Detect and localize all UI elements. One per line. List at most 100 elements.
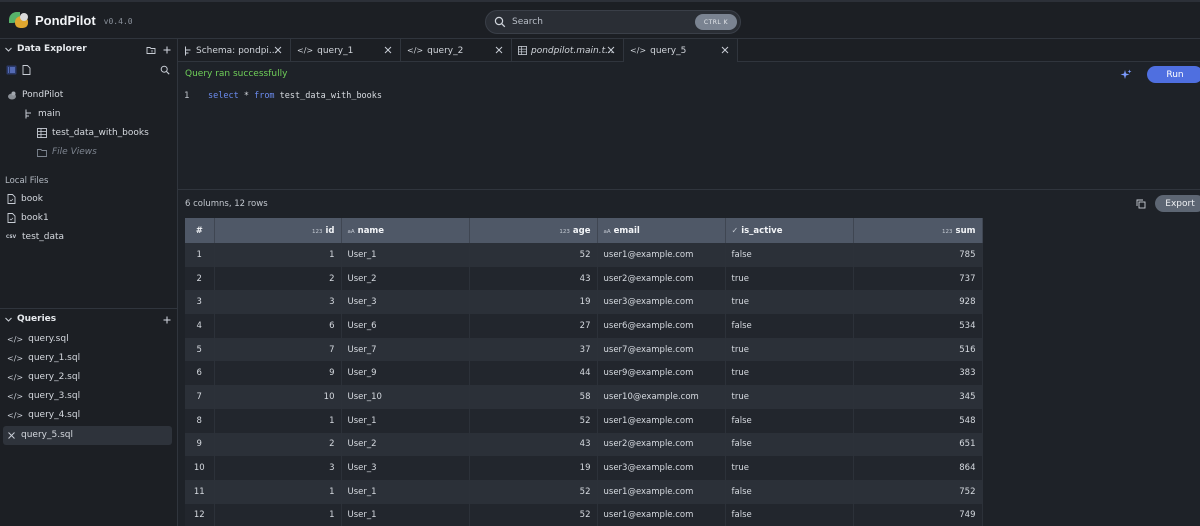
table-cell[interactable]: 52 xyxy=(469,408,598,433)
table-cell[interactable]: 7 xyxy=(185,385,215,409)
close-tab-icon[interactable] xyxy=(720,45,730,55)
table-cell[interactable]: 6 xyxy=(185,361,215,386)
table-cell[interactable]: 2 xyxy=(185,266,215,291)
data-explorer-header[interactable]: Data Explorer xyxy=(4,44,87,54)
table-cell[interactable]: 52 xyxy=(469,503,598,526)
table-cell[interactable]: User_1 xyxy=(341,243,470,267)
tab-query-2[interactable]: </> query_2 xyxy=(401,39,512,62)
table-cell[interactable]: 345 xyxy=(853,385,983,409)
table-row[interactable]: 10 3 User_3 19 user3@example.com true 864 xyxy=(185,456,983,480)
table-cell[interactable]: 37 xyxy=(469,337,598,362)
file-view-icon[interactable] xyxy=(22,65,31,75)
column-header[interactable]: 123 id xyxy=(214,218,342,243)
column-header[interactable]: ✓ is_active xyxy=(725,218,854,243)
table-cell[interactable]: 5 xyxy=(185,337,215,362)
close-tab-icon[interactable] xyxy=(606,45,616,55)
query-item-active[interactable]: query_5.sql xyxy=(7,430,73,440)
table-cell[interactable]: false xyxy=(725,432,854,457)
tab-schema[interactable]: Schema: pondpi... xyxy=(178,39,291,62)
table-cell[interactable]: 58 xyxy=(469,385,598,409)
code-line[interactable]: select * from test_data_with_books xyxy=(208,91,382,101)
table-cell[interactable]: 9 xyxy=(185,432,215,457)
query-item[interactable]: </> query.sql xyxy=(7,334,69,344)
table-cell[interactable]: 19 xyxy=(469,456,598,480)
table-cell[interactable]: 1 xyxy=(214,479,342,504)
table-cell[interactable]: true xyxy=(725,290,854,315)
column-header[interactable]: aA name xyxy=(341,218,470,243)
table-cell[interactable]: 43 xyxy=(469,432,598,457)
column-header[interactable]: aA email xyxy=(597,218,726,243)
table-cell[interactable]: User_10 xyxy=(341,385,470,409)
table-cell[interactable]: 2 xyxy=(214,266,342,291)
query-item[interactable]: </> query_4.sql xyxy=(7,410,80,420)
table-cell[interactable]: user10@example.com xyxy=(597,385,726,409)
query-item[interactable]: </> query_3.sql xyxy=(7,391,80,401)
column-header[interactable]: # xyxy=(185,218,215,243)
table-cell[interactable]: 749 xyxy=(853,503,983,526)
table-cell[interactable]: 1 xyxy=(214,503,342,526)
table-cell[interactable]: false xyxy=(725,243,854,267)
table-cell[interactable]: User_7 xyxy=(341,337,470,362)
sidebar-search-icon[interactable] xyxy=(160,65,170,75)
table-cell[interactable]: 3 xyxy=(214,456,342,480)
table-cell[interactable]: 864 xyxy=(853,456,983,480)
table-cell[interactable]: true xyxy=(725,266,854,291)
table-cell[interactable]: 1 xyxy=(185,243,215,267)
table-row[interactable]: 9 2 User_2 43 user2@example.com false 651 xyxy=(185,432,983,457)
table-cell[interactable]: true xyxy=(725,337,854,362)
table-cell[interactable]: user1@example.com xyxy=(597,243,726,267)
table-cell[interactable]: User_3 xyxy=(341,290,470,315)
queries-header[interactable]: Queries xyxy=(4,314,56,324)
table-cell[interactable]: false xyxy=(725,408,854,433)
table-cell[interactable]: 12 xyxy=(185,503,215,526)
table-row[interactable]: 2 2 User_2 43 user2@example.com true 737 xyxy=(185,266,983,291)
table-cell[interactable]: 785 xyxy=(853,243,983,267)
list-view-icon[interactable] xyxy=(6,65,17,75)
table-cell[interactable]: 43 xyxy=(469,266,598,291)
table-cell[interactable]: user1@example.com xyxy=(597,408,726,433)
table-cell[interactable]: User_2 xyxy=(341,266,470,291)
local-file-item[interactable]: CSV test_data xyxy=(6,232,64,242)
table-cell[interactable]: false xyxy=(725,479,854,504)
local-file-item[interactable]: book1 xyxy=(7,213,49,223)
table-cell[interactable]: User_1 xyxy=(341,479,470,504)
table-cell[interactable]: User_6 xyxy=(341,314,470,338)
table-cell[interactable]: 1 xyxy=(214,243,342,267)
copy-icon[interactable] xyxy=(1136,199,1146,209)
table-cell[interactable]: 1 xyxy=(214,408,342,433)
table-cell[interactable]: 4 xyxy=(185,314,215,338)
table-cell[interactable]: User_2 xyxy=(341,432,470,457)
search-bar[interactable]: Search CTRL K xyxy=(485,10,741,34)
table-cell[interactable]: 737 xyxy=(853,266,983,291)
table-row[interactable]: 4 6 User_6 27 user6@example.com false 534 xyxy=(185,314,983,338)
app-logo[interactable]: PondPilot v0.4.0 xyxy=(9,11,133,29)
table-cell[interactable]: 548 xyxy=(853,408,983,433)
close-tab-icon[interactable] xyxy=(494,45,504,55)
table-row[interactable]: 7 10 User_10 58 user10@example.com true 345 xyxy=(185,385,983,409)
table-cell[interactable]: user6@example.com xyxy=(597,314,726,338)
table-cell[interactable]: 10 xyxy=(214,385,342,409)
add-icon[interactable] xyxy=(162,45,172,55)
table-cell[interactable]: 383 xyxy=(853,361,983,386)
table-cell[interactable]: user3@example.com xyxy=(597,290,726,315)
table-cell[interactable]: User_9 xyxy=(341,361,470,386)
table-row[interactable]: 12 1 User_1 52 user1@example.com false 749 xyxy=(185,503,983,526)
table-cell[interactable]: false xyxy=(725,503,854,526)
table-row[interactable]: 6 9 User_9 44 user9@example.com true 383 xyxy=(185,361,983,386)
tab-table-view[interactable]: pondpilot.main.t... xyxy=(512,39,624,62)
table-cell[interactable]: 11 xyxy=(185,479,215,504)
query-item[interactable]: </> query_1.sql xyxy=(7,353,80,363)
table-cell[interactable]: 27 xyxy=(469,314,598,338)
table-cell[interactable]: 8 xyxy=(185,408,215,433)
export-button[interactable]: Export xyxy=(1155,195,1200,212)
close-icon[interactable] xyxy=(7,431,16,440)
table-cell[interactable]: false xyxy=(725,314,854,338)
table-row[interactable]: 11 1 User_1 52 user1@example.com false 752 xyxy=(185,479,983,504)
table-cell[interactable]: user1@example.com xyxy=(597,503,726,526)
local-file-item[interactable]: book xyxy=(7,194,43,204)
table-cell[interactable]: user7@example.com xyxy=(597,337,726,362)
add-query-icon[interactable] xyxy=(162,315,172,325)
ai-assist-icon[interactable] xyxy=(1120,69,1132,81)
table-cell[interactable]: User_1 xyxy=(341,408,470,433)
table-cell[interactable]: true xyxy=(725,361,854,386)
